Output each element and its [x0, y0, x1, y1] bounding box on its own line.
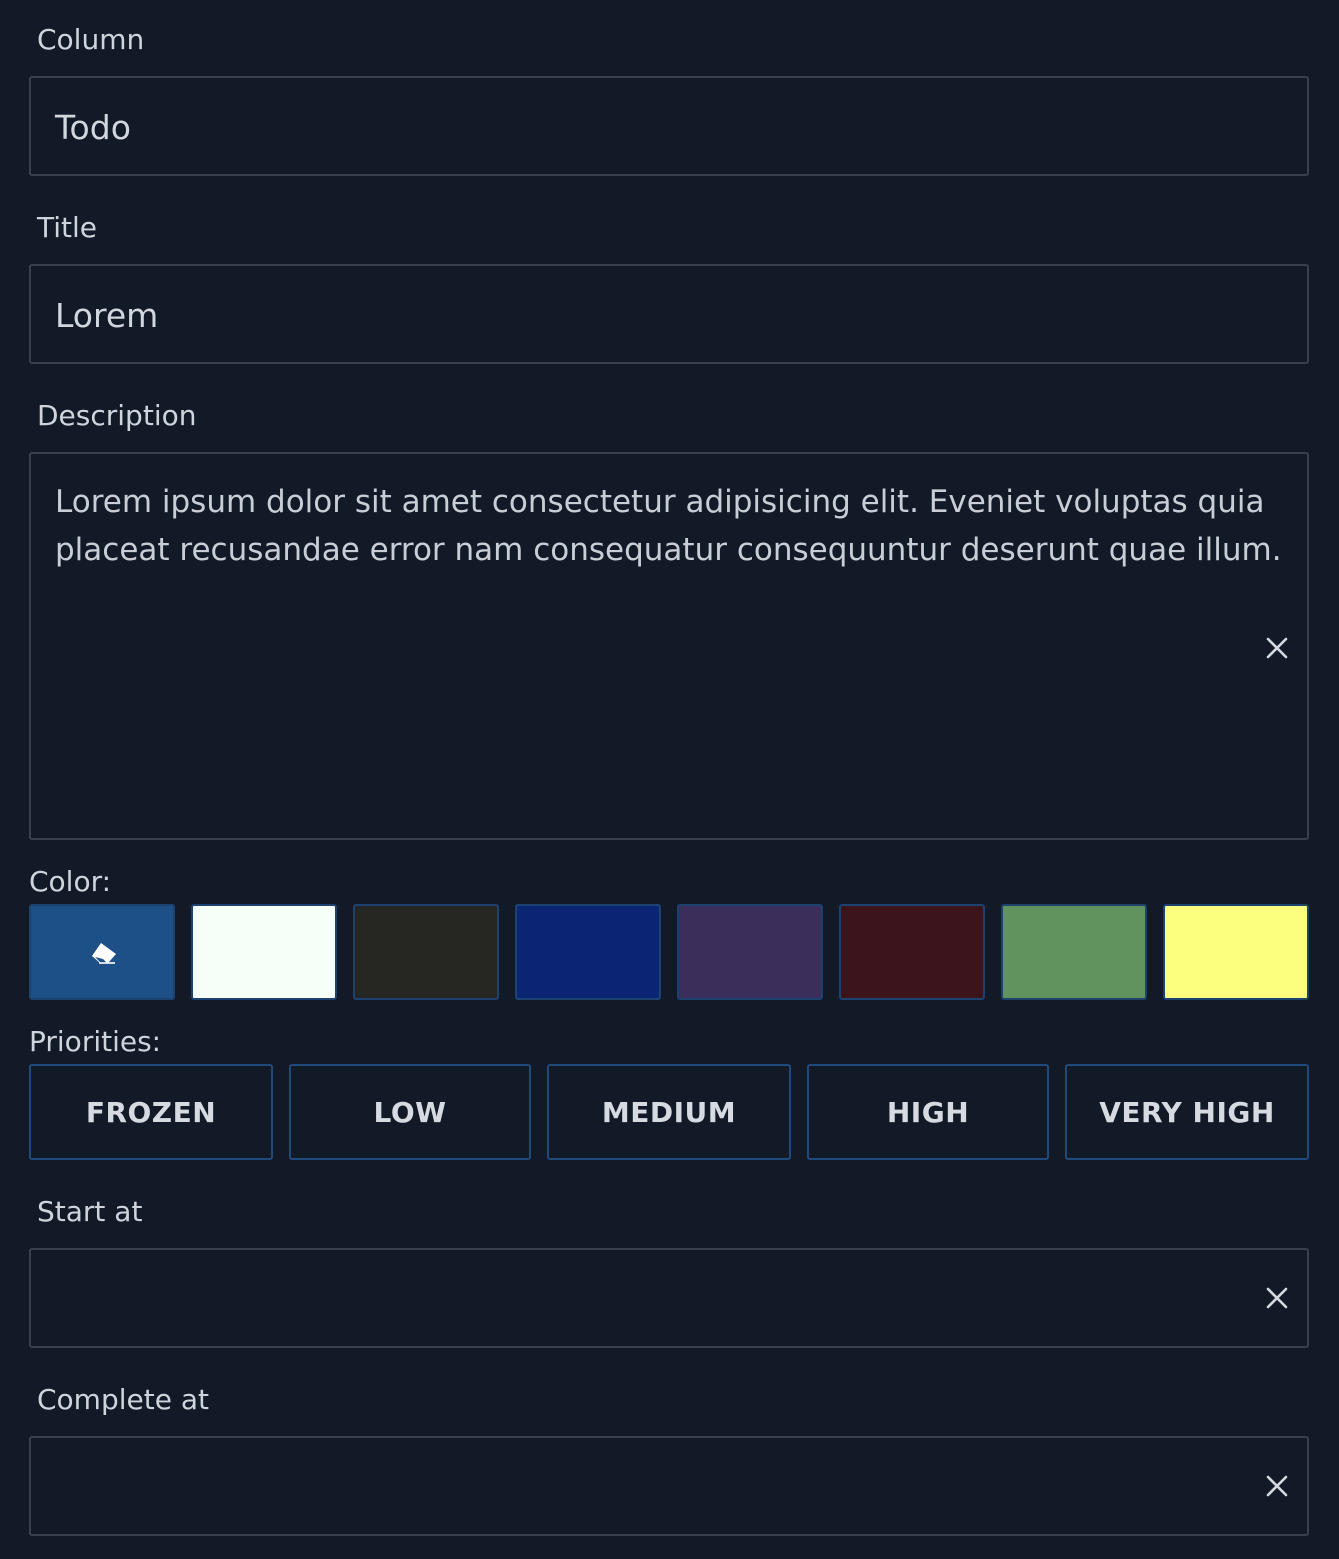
start-at-field[interactable] [29, 1248, 1309, 1348]
priority-low-button[interactable]: LOW [289, 1064, 531, 1160]
clear-description-icon[interactable] [1265, 636, 1289, 660]
description-value: Lorem ipsum dolor sit amet consectetur a… [55, 484, 1282, 568]
color-swatch-green[interactable] [1001, 904, 1147, 1000]
color-swatch-white[interactable] [191, 904, 337, 1000]
title-value: Lorem [55, 296, 159, 335]
priority-frozen-button[interactable]: FROZEN [29, 1064, 273, 1160]
title-label: Title [37, 211, 98, 244]
color-swatch-purple[interactable] [677, 904, 823, 1000]
description-label: Description [37, 399, 197, 432]
start-at-label: Start at [37, 1195, 143, 1228]
complete-at-field[interactable] [29, 1436, 1309, 1536]
color-swatch-none[interactable] [29, 904, 175, 1000]
eraser-icon [92, 943, 116, 964]
clear-start-at-icon[interactable] [1265, 1286, 1289, 1310]
clear-complete-at-icon[interactable] [1265, 1474, 1289, 1498]
color-swatch-yellow[interactable] [1163, 904, 1309, 1000]
column-field[interactable]: Todo [29, 76, 1309, 176]
color-swatch-dark[interactable] [353, 904, 499, 1000]
priorities-label: Priorities: [29, 1025, 162, 1058]
complete-at-label: Complete at [37, 1383, 209, 1416]
title-field[interactable]: Lorem [29, 264, 1309, 364]
color-label: Color: [29, 865, 112, 898]
color-swatch-maroon[interactable] [839, 904, 985, 1000]
priority-very-high-button[interactable]: VERY HIGH [1065, 1064, 1309, 1160]
color-swatch-navy[interactable] [515, 904, 661, 1000]
column-value: Todo [55, 108, 131, 147]
description-textarea[interactable]: Lorem ipsum dolor sit amet consectetur a… [29, 452, 1309, 840]
priority-high-button[interactable]: HIGH [807, 1064, 1049, 1160]
priority-medium-button[interactable]: MEDIUM [547, 1064, 791, 1160]
column-label: Column [37, 23, 145, 56]
